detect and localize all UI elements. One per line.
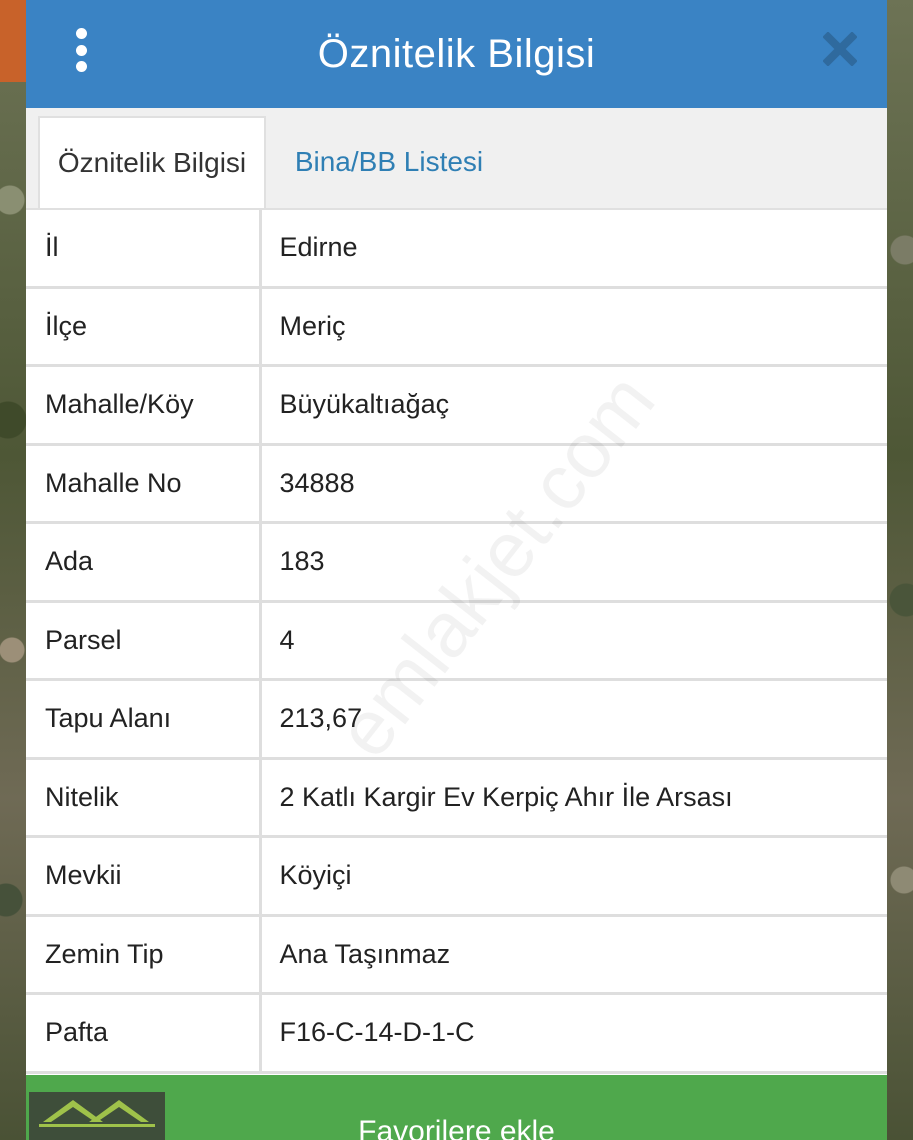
menu-dot	[75, 44, 87, 56]
tab-oznitelik-bilgisi[interactable]: Öznitelik Bilgisi	[38, 116, 266, 208]
row-value: 2 Katlı Kargir Ev Kerpiç Ahır İle Arsası	[260, 758, 887, 838]
dialog-header: Öznitelik Bilgisi	[26, 0, 887, 108]
table-row: Nitelik 2 Katlı Kargir Ev Kerpiç Ahır İl…	[26, 758, 887, 838]
row-value: 183	[260, 522, 887, 603]
row-value: 4	[260, 601, 887, 681]
row-value: F16-C-14-D-1-C	[260, 993, 887, 1074]
attribute-dialog: Öznitelik Bilgisi Öznitelik Bilgisi Bina…	[26, 0, 887, 1140]
table-row: Zemin Tip Ana Taşınmaz	[26, 915, 887, 995]
row-value: 213,67	[260, 679, 887, 760]
menu-dot	[75, 61, 87, 72]
table-row: Mahalle/Köy Büyükaltıağaç	[26, 365, 887, 446]
table-row: Mahalle No 34888	[26, 444, 887, 524]
more-vertical-icon[interactable]	[66, 28, 96, 72]
row-key: Nitelik	[26, 758, 262, 838]
map-overlay-strip	[0, 0, 26, 82]
row-key: Zemin Tip	[26, 915, 262, 995]
row-key: İl	[26, 210, 262, 289]
dialog-title: Öznitelik Bilgisi	[317, 31, 596, 76]
close-icon[interactable]	[823, 32, 857, 66]
table-row: İlçe Meriç	[26, 287, 887, 367]
row-value: Köyiçi	[260, 836, 887, 917]
row-value: Meriç	[260, 287, 887, 367]
menu-dot	[75, 28, 87, 39]
row-key: İlçe	[26, 287, 262, 367]
brand-logo	[29, 1092, 165, 1140]
add-to-favorites-label: Favorilere ekle	[358, 1115, 555, 1140]
row-key: Mevkii	[26, 836, 262, 917]
row-key: Mahalle No	[26, 444, 262, 524]
row-key: Ada	[26, 522, 262, 603]
attribute-table: İl Edirne İlçe Meriç Mahalle/Köy Büyükal…	[26, 210, 887, 1074]
row-value: 34888	[260, 444, 887, 524]
row-key: Parsel	[26, 601, 262, 681]
table-row: Parsel 4	[26, 601, 887, 681]
row-key: Mahalle/Köy	[26, 365, 262, 446]
row-value: Ana Taşınmaz	[260, 915, 887, 995]
table-row: Ada 183	[26, 522, 887, 603]
row-value: Edirne	[260, 210, 887, 289]
row-key: Tapu Alanı	[26, 679, 262, 760]
table-row: İl Edirne	[26, 210, 887, 289]
table-row: Mevkii Köyiçi	[26, 836, 887, 917]
table-row: Tapu Alanı 213,67	[26, 679, 887, 760]
tabs-bar: Öznitelik Bilgisi Bina/BB Listesi	[26, 108, 887, 210]
row-key: Pafta	[26, 993, 262, 1074]
table-row: Pafta F16-C-14-D-1-C	[26, 993, 887, 1074]
row-value: Büyükaltıağaç	[260, 365, 887, 446]
tab-bina-bb-listesi[interactable]: Bina/BB Listesi	[268, 116, 510, 208]
